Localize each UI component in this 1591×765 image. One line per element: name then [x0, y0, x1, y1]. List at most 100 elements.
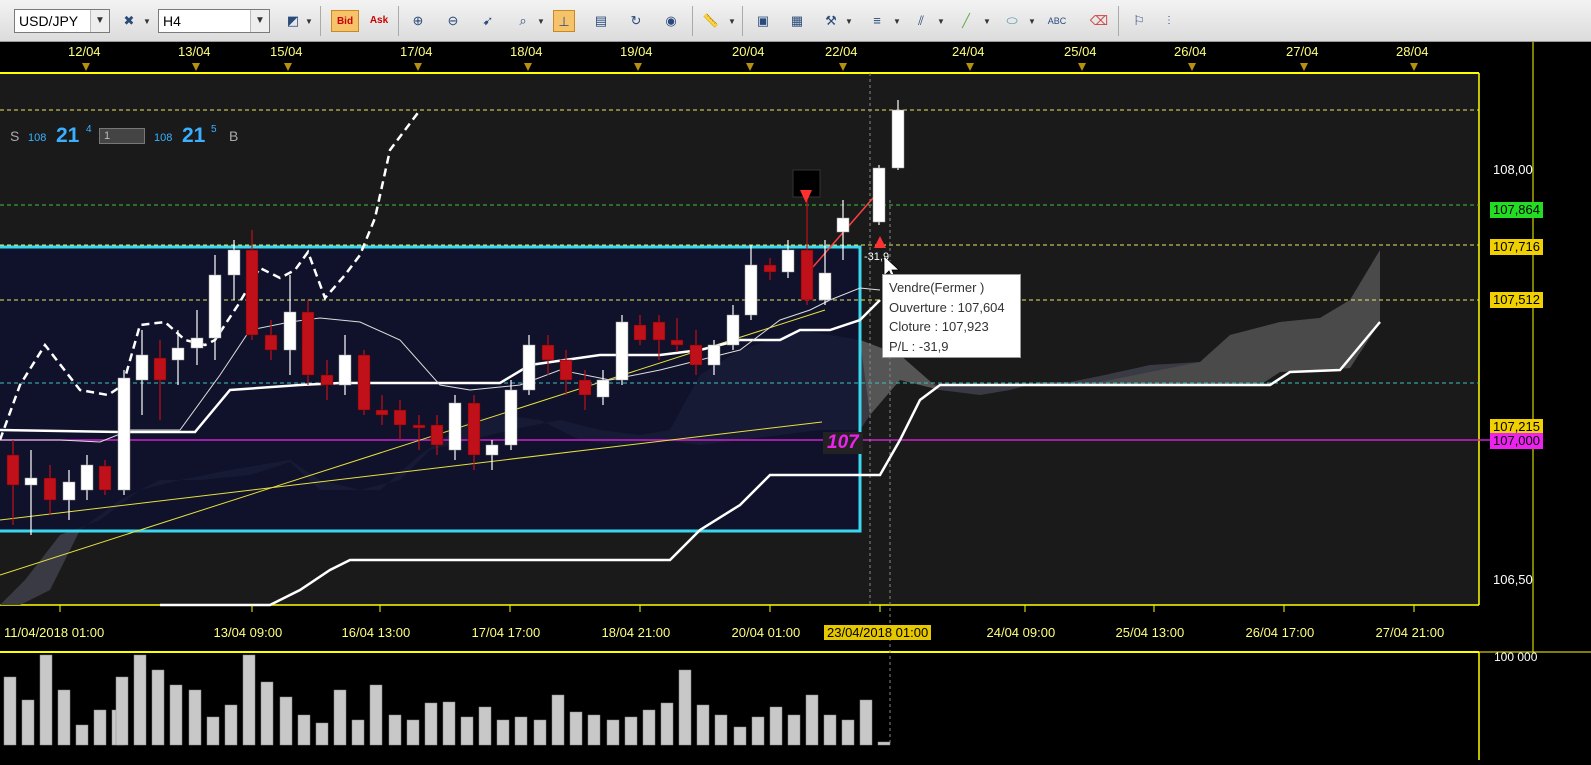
candle-body [522, 344, 536, 391]
eraser-icon[interactable]: ⌫ [1088, 10, 1110, 32]
sell-sup: 4 [86, 124, 92, 135]
lot-input[interactable]: 1 [99, 128, 145, 144]
volume-bar [406, 719, 420, 746]
separator [320, 6, 321, 36]
candle-body [43, 477, 57, 501]
chevron-down-icon[interactable]: ▼ [537, 17, 545, 26]
candle-body [615, 321, 629, 381]
sell-price[interactable]: 21 [56, 124, 79, 148]
top-date-label: 28/04 [1396, 44, 1429, 59]
candle-body [283, 311, 297, 351]
tools-icon[interactable]: ⚒ [820, 10, 842, 32]
volume-bar [859, 699, 873, 746]
candle-body [781, 249, 795, 273]
chevron-down-icon[interactable]: ▼ [143, 17, 151, 26]
volume-bar [606, 719, 620, 746]
bottom-date-label: 13/04 09:00 [213, 625, 283, 640]
timeframe-select[interactable]: H4 ▼ [158, 9, 270, 33]
cross-icon[interactable]: ✖ [118, 10, 140, 32]
volume-scale-label: 100 000 [1494, 650, 1538, 664]
candle-body [541, 344, 555, 361]
volume-bar [442, 701, 456, 746]
globe-icon[interactable]: ◉ [660, 10, 682, 32]
chart-type-icon[interactable]: ◩ [282, 10, 304, 32]
candle-body [836, 217, 850, 233]
chevron-down-icon[interactable]: ▼ [305, 17, 313, 26]
top-date-label: 24/04 [952, 44, 985, 59]
image-icon[interactable]: ▣ [752, 10, 774, 32]
volume-bar [260, 681, 274, 746]
candle-body [467, 402, 481, 456]
chevron-down-icon[interactable]: ▼ [937, 17, 945, 26]
chevron-down-icon[interactable]: ▼ [728, 17, 736, 26]
volume-bar [751, 716, 765, 746]
crosshair-icon[interactable]: ⊥ [553, 10, 575, 32]
volume-bar [188, 689, 202, 746]
toolbar: USD/JPY ▼ ✖ ▼ H4 ▼ ◩ ▼ Bid Ask ⊕ ⊖ ➹ ⌕ ▼… [0, 0, 1591, 42]
tooltip-line-1: Vendre(Fermer ) [889, 280, 985, 295]
fib-icon[interactable]: ⫽ [910, 10, 932, 32]
volume-bar [351, 719, 365, 746]
chevron-down-icon[interactable]: ▼ [250, 10, 269, 32]
symbol-select[interactable]: USD/JPY ▼ [14, 9, 110, 33]
level-tag: 107 [823, 432, 863, 454]
candle-body [633, 324, 647, 341]
volume-bar [133, 654, 147, 746]
bid-button[interactable]: Bid [331, 10, 359, 32]
top-date-label: 26/04 [1174, 44, 1207, 59]
volume-bar [169, 684, 183, 746]
volume-bar [333, 689, 347, 746]
volume-bar [279, 696, 293, 746]
chart-canvas[interactable] [0, 42, 1591, 760]
template-icon[interactable]: ▤ [590, 10, 612, 32]
candle-body [357, 354, 371, 411]
candle-body [80, 464, 94, 491]
hierarchy-icon[interactable]: ⚐ [1128, 10, 1150, 32]
sell-label[interactable]: S [10, 128, 19, 144]
sell-big[interactable]: 108 [28, 132, 46, 144]
magnify-icon[interactable]: ⌕ [512, 10, 534, 32]
candle-body [689, 344, 703, 366]
candle-body [338, 354, 352, 386]
zoom-out-icon[interactable]: ⊖ [442, 10, 464, 32]
ruler-icon[interactable]: 📏 [700, 10, 722, 32]
chevron-down-icon[interactable]: ▼ [1028, 17, 1036, 26]
trendline-icon[interactable]: ╱ [955, 10, 977, 32]
lines-icon[interactable]: ≡ [866, 10, 888, 32]
price-label: 107,716 [1490, 239, 1543, 255]
refresh-icon[interactable]: ↻ [625, 10, 647, 32]
more-icon[interactable]: ⋮ [1158, 10, 1180, 32]
text-icon[interactable]: ABC [1046, 10, 1068, 32]
candle-body [375, 409, 389, 416]
buy-price[interactable]: 21 [182, 124, 205, 148]
ask-button[interactable]: Ask [365, 10, 393, 32]
buy-label[interactable]: B [229, 128, 238, 144]
trade-marker-label: -31,9 [864, 251, 890, 263]
volume-bar [587, 714, 601, 746]
candle-body [559, 359, 573, 381]
chevron-down-icon[interactable]: ▼ [845, 17, 853, 26]
candle-body [227, 249, 241, 276]
volume-bar [315, 722, 329, 746]
volume-bar [151, 669, 165, 746]
chart-window-icon[interactable]: ▦ [786, 10, 808, 32]
buy-big[interactable]: 108 [154, 132, 172, 144]
cursor-icon[interactable]: ➹ [477, 10, 499, 32]
candle-body [208, 274, 222, 339]
candle-body [818, 272, 832, 301]
zoom-in-icon[interactable]: ⊕ [407, 10, 429, 32]
chevron-down-icon[interactable]: ▼ [90, 10, 109, 32]
chart-area[interactable]: S 108 21 4 1 108 21 5 B 12/04 13/04 15/04 1… [0, 42, 1591, 760]
ellipse-icon[interactable]: ⬭ [1001, 10, 1023, 32]
volume-bar [297, 714, 311, 746]
volume-bar [424, 702, 438, 746]
volume-bar [533, 719, 547, 746]
volume-bar [39, 654, 53, 746]
volume-bar [75, 724, 89, 746]
candle-body [800, 249, 814, 301]
chevron-down-icon[interactable]: ▼ [893, 17, 901, 26]
tooltip-line-4: P/L : -31,9 [889, 338, 949, 354]
candle-body [578, 379, 592, 396]
candle-body [726, 314, 740, 346]
chevron-down-icon[interactable]: ▼ [983, 17, 991, 26]
